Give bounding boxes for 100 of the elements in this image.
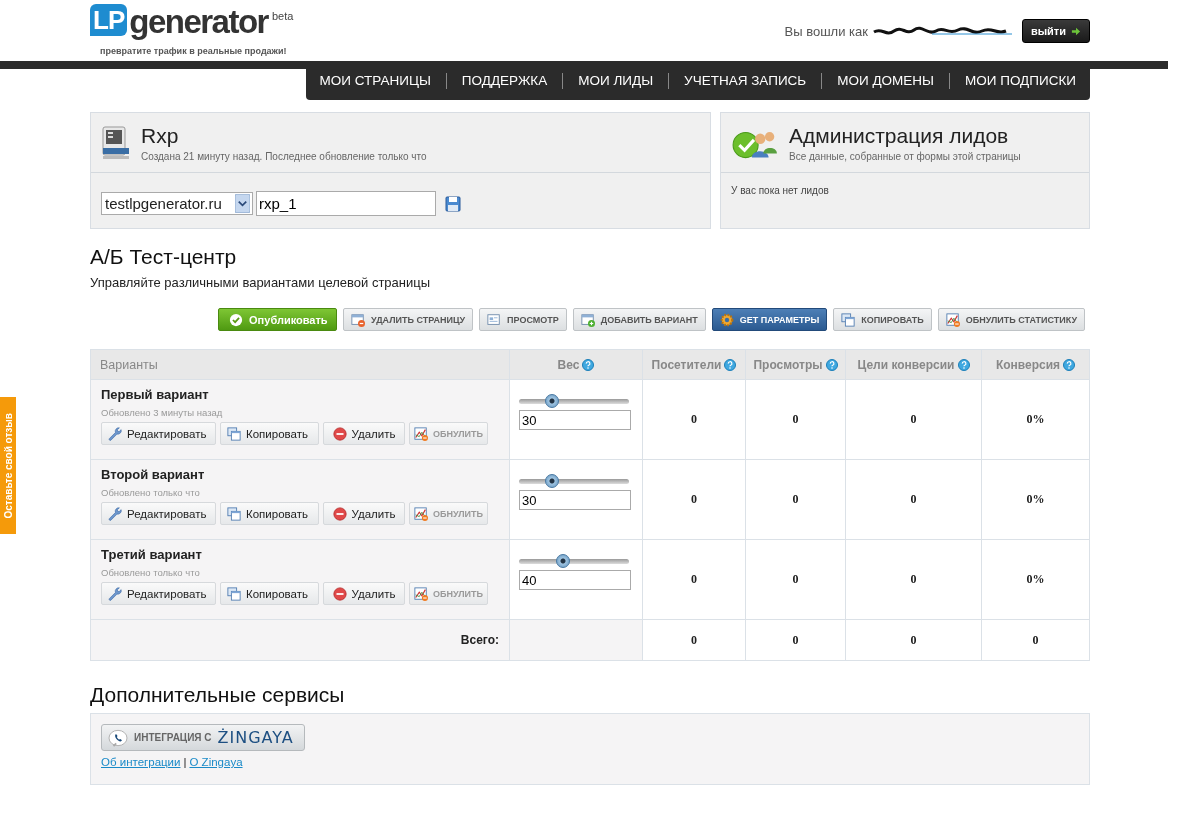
beta-label: beta [271,10,294,22]
toolbar-button[interactable]: GET ПАРАМЕТРЫ [711,308,828,331]
minus-circle-icon [332,426,347,441]
table-cell: 0 [910,632,917,647]
chart-icon [414,586,428,601]
table-cell: 0 [792,632,799,647]
weight-field[interactable]: 40 [519,570,631,590]
table-cell: 0 [792,412,799,426]
table-cell: 0% [1026,492,1045,506]
chart-icon [945,312,960,327]
copy-icon [841,312,856,327]
action-button[interactable]: Удалить [323,502,405,525]
toolbar-button[interactable]: КОПИРОВАТЬ [833,308,932,331]
column-header: Цели конверсии [857,357,955,372]
minus-circle-icon [332,586,347,601]
table-cell: 0 [691,632,697,647]
update-time: Обновлено 3 минуты назад [101,407,224,418]
dropdown-arrow-icon [235,194,250,213]
toolbar-button[interactable]: УДАЛИТЬ СТРАНИЦУ [343,308,474,331]
wrench-icon [108,506,122,521]
action-button[interactable]: Удалить [323,582,405,605]
nav-link[interactable]: МОИ СТРАНИЦЫ [319,73,431,88]
text-link[interactable]: Об интеграции [101,756,181,768]
weight-field[interactable]: 30 [519,410,631,430]
toolbar-button[interactable]: ОБНУЛИТЬ СТАТИСТИКУ [937,308,1085,331]
panel-title: Администрация лидов [789,123,1010,148]
table-cell: 0 [691,492,697,506]
section-heading: Дополнительные сервисы [90,683,346,707]
panel-subtitle: Создана 21 минуту назад. Последнее обновление только что [141,150,427,162]
minus-circle-icon [332,506,347,521]
nav-link[interactable]: УЧЕТНАЯ ЗАПИСЬ [684,73,807,88]
column-header: Конверсия [995,357,1061,372]
logo-tagline: превратите трафик в реальные продажи! [100,46,288,56]
section-heading: А/Б Тест-центр [90,245,238,269]
action-button[interactable]: Редактировать [101,582,216,605]
table-cell: 0 [792,492,799,506]
action-button[interactable]: Редактировать [101,422,216,445]
login-label: Вы вошли как [784,23,868,39]
action-button[interactable]: Копировать [220,582,319,605]
link-separator: | [183,756,187,768]
empty-message: У вас пока нет лидов [731,184,830,196]
save-icon [445,195,461,212]
total-label: Всего: [460,633,499,647]
document-icon [487,312,502,327]
table-cell: 0 [691,412,697,426]
nav-link[interactable]: МОИ ПОДПИСКИ [965,73,1076,88]
action-button[interactable]: Копировать [220,502,319,525]
action-button[interactable]: Удалить [323,422,405,445]
column-header: Посетители [651,357,722,372]
table-cell: 0 [910,492,917,506]
table-cell: 0% [1026,572,1045,586]
weight-field[interactable]: 30 [519,490,631,510]
chart-icon [414,426,428,441]
chart-icon [414,506,428,521]
column-header: Варианты [100,357,158,372]
copy-icon [227,426,241,441]
table-cell: 0 [910,572,917,586]
action-button[interactable]: Редактировать [101,502,216,525]
section-description: Управляйте различными вариантами целевой страницы [90,275,432,290]
variant-name: Второй вариант [101,467,206,482]
toolbar-button[interactable]: ПРОСМОТР [479,308,567,331]
panel-title: Rxp [141,123,180,148]
table-cell: 0 [1032,632,1039,647]
integration-button[interactable]: ИНТЕГРАЦИЯ С ŻINGAYA [101,724,305,751]
gear-icon [719,312,734,327]
action-button[interactable]: Копировать [220,422,319,445]
update-time: Обновлено только что [101,487,201,498]
nav-link[interactable]: МОИ ДОМЕНЫ [837,73,934,88]
table-cell: 0 [691,572,697,586]
wrench-icon [108,426,122,441]
variant-name: Первый вариант [101,387,210,402]
page-plus-icon [580,312,595,327]
slider-thumb[interactable] [545,474,559,488]
text-link[interactable]: О Zingaya [189,756,243,768]
logo-text: generator [129,4,268,40]
table-cell: 0% [1026,412,1045,426]
slug-field[interactable]: rxp_1 [256,191,436,216]
panel-subtitle: Все данные, собранные от формы этой страницы [789,150,1021,162]
slider-thumb[interactable] [545,394,559,408]
update-time: Обновлено только что [101,567,201,578]
column-header: Просмотры [753,357,823,372]
server-icon [101,125,131,160]
page-minus-icon [351,312,366,327]
table-cell: 0 [910,412,917,426]
domain-select[interactable]: testlpgenerator.ru [101,192,253,215]
toolbar-button[interactable]: ДОБАВИТЬ ВАРИАНТ [572,308,706,331]
phone-bubble-icon [108,728,128,747]
logout-button[interactable]: выйти [1021,19,1090,43]
logo-mark: LP [90,4,128,36]
wrench-icon [108,586,122,601]
nav-link[interactable]: ПОДДЕРЖКА [461,73,548,88]
copy-icon [227,506,241,521]
arrow-right-icon [1071,26,1081,36]
table-cell: 0 [792,572,799,586]
copy-icon [227,586,241,601]
variant-name: Третий вариант [101,547,203,562]
column-header: Вес [557,357,580,372]
nav-link[interactable]: МОИ ЛИДЫ [578,73,654,88]
check-icon [229,312,244,327]
slider-thumb[interactable] [556,554,570,568]
